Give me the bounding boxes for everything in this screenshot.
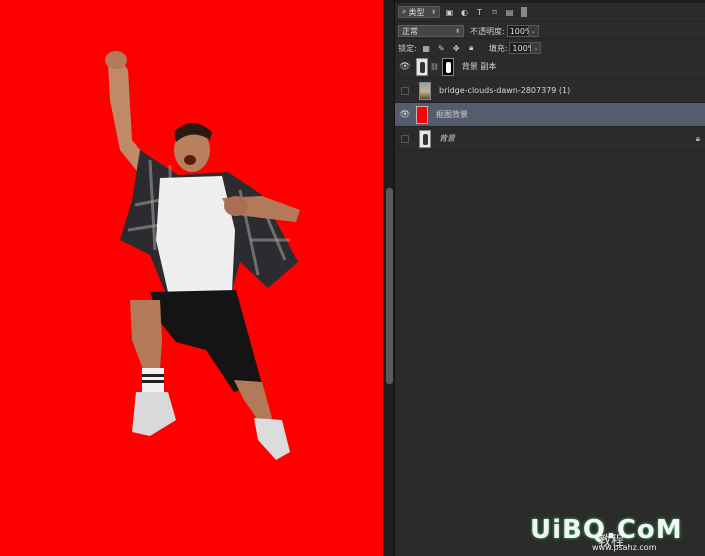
eye-icon[interactable]: 👁︎ [398, 110, 412, 120]
layer-filter-row: ⌕ 类型 ⬍ ▣ ◐ T ⌑ ▤ [395, 3, 705, 21]
layer-name: 背景 副本 [461, 62, 497, 71]
layer-row[interactable]: 背景 🔒︎ [395, 127, 705, 151]
search-icon: ⌕ [402, 7, 407, 16]
layer-row[interactable]: 👁︎ ⛓︎ 背景 副本 [395, 55, 705, 79]
opacity-slider-button[interactable]: ⌄ [528, 25, 539, 37]
jumping-man-image [105, 51, 300, 460]
smart-object-filter-icon[interactable]: ▤ [504, 7, 515, 18]
lock-label: 锁定: [398, 43, 417, 53]
opacity-label: 不透明度: [470, 26, 505, 36]
chevron-down-icon: ⬍ [454, 27, 460, 35]
type-layer-filter-icon[interactable]: T [474, 7, 485, 18]
lock-icon: 🔒︎ [695, 134, 700, 143]
layer-thumbnail [416, 105, 428, 124]
fill-input[interactable]: 100% [509, 42, 535, 54]
canvas-vertical-scrollbar[interactable] [383, 0, 395, 556]
layer-name: bridge-clouds-dawn-2807379 (1) [439, 86, 571, 95]
fill-slider-button[interactable]: ⌄ [531, 42, 542, 54]
filter-toggle[interactable] [521, 7, 527, 17]
adjustment-layer-filter-icon[interactable]: ◐ [459, 7, 470, 18]
blend-mode-value: 正常 [402, 26, 418, 36]
filter-kind-select[interactable]: ⌕ 类型 ⬍ [398, 6, 440, 18]
layer-name: 抠图背景 [436, 110, 468, 119]
chevron-down-icon: ⬍ [430, 8, 436, 16]
lock-transparent-pixels-icon[interactable]: ▦ [421, 43, 432, 54]
layer-thumbnail [419, 129, 431, 148]
watermark-url: www.psahz.com [592, 543, 657, 552]
lock-position-icon[interactable]: ✥ [451, 43, 462, 54]
filter-kind-value: 类型 [408, 7, 425, 17]
layer-thumbnail [416, 57, 428, 76]
layer-row[interactable]: bridge-clouds-dawn-2807379 (1) [395, 79, 705, 103]
layer-thumbnail [419, 81, 431, 100]
pixel-layer-filter-icon[interactable]: ▣ [444, 7, 455, 18]
chain-link-icon[interactable]: ⛓︎ [430, 63, 439, 71]
layer-mask-thumbnail[interactable] [441, 57, 454, 76]
opacity-input[interactable]: 100% [506, 25, 533, 37]
layers-panel: ⌕ 类型 ⬍ ▣ ◐ T ⌑ ▤ 正常 ⬍ 不透明度: 100% ⌄ 锁定: ▦… [395, 0, 705, 556]
visibility-toggle-off[interactable] [401, 86, 409, 95]
blend-mode-select[interactable]: 正常 ⬍ [398, 25, 464, 37]
visibility-toggle-off[interactable] [401, 134, 409, 143]
fill-label: 填充: [488, 43, 508, 53]
layer-row-selected[interactable]: 👁︎ 抠图背景 [395, 103, 705, 127]
document-canvas[interactable] [0, 0, 383, 556]
layer-list: 👁︎ ⛓︎ 背景 副本 bridge-clouds-dawn-2807379 (… [395, 55, 705, 151]
lock-image-pixels-icon[interactable]: ✎ [436, 43, 447, 54]
shape-layer-filter-icon[interactable]: ⌑ [489, 7, 500, 18]
scrollbar-thumb[interactable] [386, 188, 393, 384]
eye-icon[interactable]: 👁︎ [398, 62, 412, 72]
layer-name: 背景 [439, 134, 455, 143]
lock-all-icon[interactable]: 🔒︎ [466, 43, 477, 54]
